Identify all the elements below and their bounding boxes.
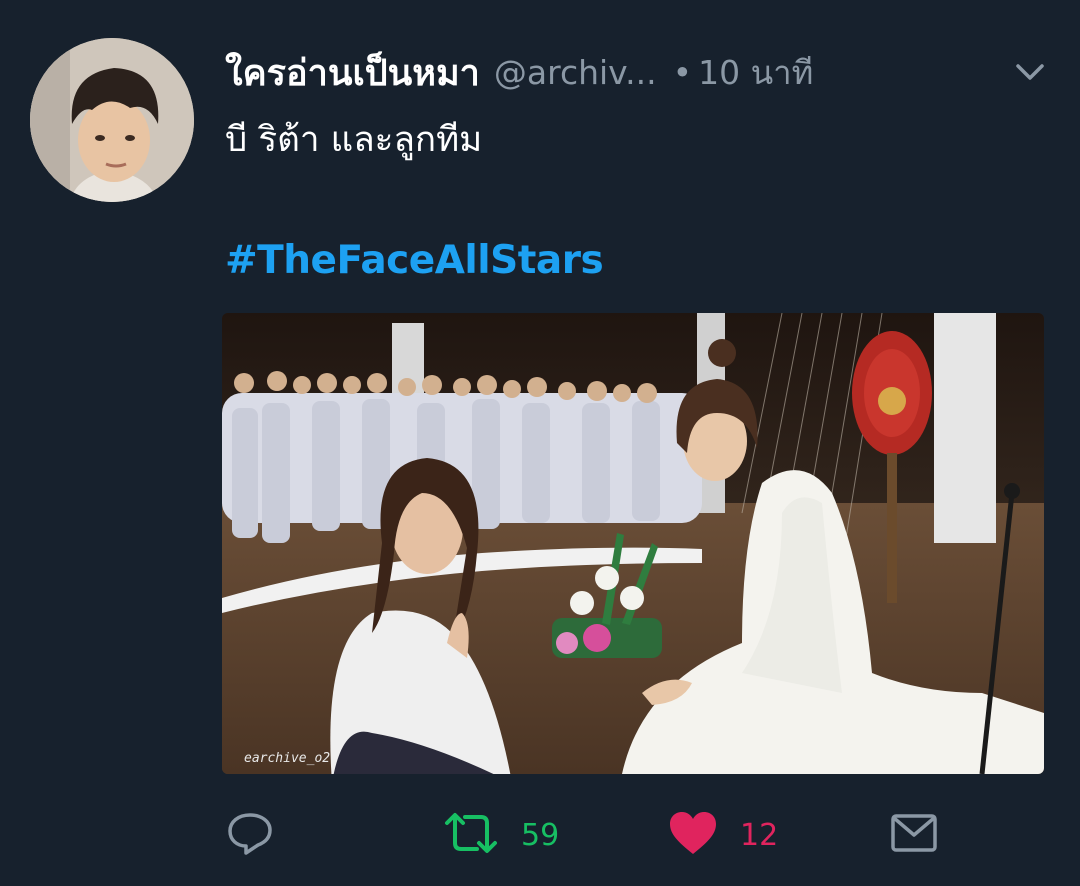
avatar-image xyxy=(30,38,194,202)
like-count: 12 xyxy=(740,817,779,853)
reply-icon xyxy=(226,809,274,861)
tweet-text: บี ริต้า และลูกทีม xyxy=(225,120,483,160)
reply-button[interactable] xyxy=(226,810,296,860)
tweet-header: ใครอ่านเป็นหมา @archiv... • 10 นาที xyxy=(225,44,1060,100)
tweet-actions: 59 12 xyxy=(0,800,1080,870)
separator-dot: • xyxy=(672,52,693,92)
heart-icon xyxy=(668,810,718,860)
like-button[interactable]: 12 xyxy=(668,810,778,860)
chevron-down-icon[interactable] xyxy=(1008,50,1052,94)
retweet-button[interactable]: 59 xyxy=(443,810,559,860)
retweet-icon xyxy=(443,809,499,861)
timestamp[interactable]: 10 นาที xyxy=(698,46,813,99)
tweet-media[interactable]: earchive_o2 xyxy=(222,313,1044,774)
envelope-icon xyxy=(890,812,938,858)
retweet-count: 59 xyxy=(521,817,560,853)
share-button[interactable] xyxy=(890,810,938,860)
media-photo xyxy=(222,313,1044,774)
user-handle[interactable]: @archiv... xyxy=(494,53,657,92)
display-name[interactable]: ใครอ่านเป็นหมา xyxy=(225,44,480,101)
media-watermark: earchive_o2 xyxy=(244,751,331,766)
avatar[interactable] xyxy=(30,38,194,202)
hashtag-link[interactable]: #TheFaceAllStars xyxy=(225,238,604,283)
